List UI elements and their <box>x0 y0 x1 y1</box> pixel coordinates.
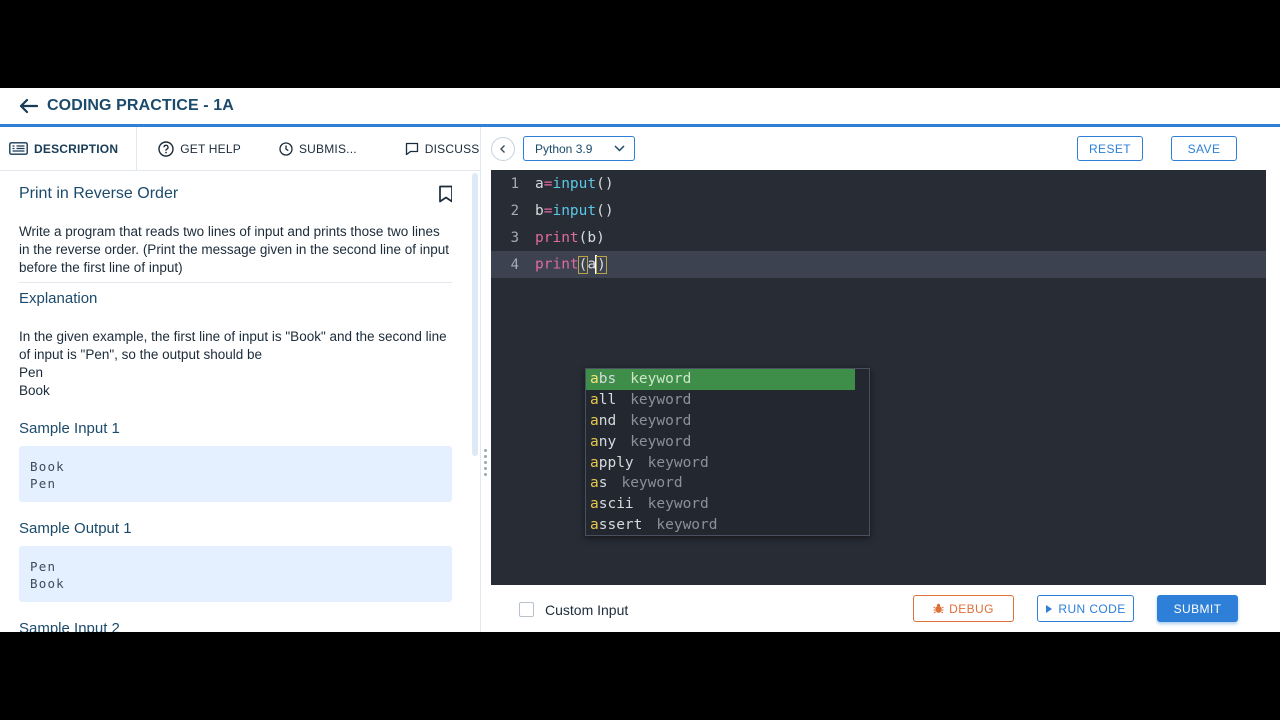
explanation-body: In the given example, the first line of … <box>19 329 447 362</box>
code-line-active: 4 print(a) <box>491 251 1266 278</box>
sample-output-1-title: Sample Output 1 <box>19 520 132 537</box>
tab-bar: DESCRIPTION GET HELP SUBMIS... DISCUSS <box>0 126 480 171</box>
line-number: 1 <box>510 175 519 192</box>
sample-input-1-title: Sample Input 1 <box>19 420 120 437</box>
autocomplete-popup: a bs keyword a ll keyword a nd keyword a ny keyw… <box>585 368 870 536</box>
reset-button[interactable]: RESET <box>1077 136 1143 161</box>
sample-output-1-line-1: Pen <box>30 559 57 574</box>
tab-description[interactable]: DESCRIPTION <box>0 126 138 171</box>
tab-get-help[interactable]: GET HELP <box>137 127 241 171</box>
page-header: CODING PRACTICE - 1A <box>0 88 1280 124</box>
autocomplete-item[interactable]: a bs keyword <box>586 369 855 390</box>
autocomplete-item[interactable]: a ssert keyword <box>586 515 869 536</box>
bookmark-icon[interactable] <box>438 185 452 203</box>
help-circle-icon <box>158 140 174 157</box>
line-number: 4 <box>510 256 519 273</box>
language-select-value: Python 3.9 <box>535 141 593 156</box>
play-icon <box>1046 604 1053 613</box>
editor-bottom-bar: Custom Input DEBUG RUN CODE SUBMIT <box>482 585 1280 632</box>
code-line: 1 a=input() <box>491 170 1266 197</box>
code-line-text: print(a) <box>535 255 607 274</box>
sample-output-1-line-2: Book <box>30 576 65 591</box>
sample-input-2-title: Sample Input 2 <box>19 620 120 632</box>
language-select[interactable]: Python 3.9 <box>523 136 635 161</box>
autocomplete-item[interactable]: a s keyword <box>586 473 869 494</box>
app-window: CODING PRACTICE - 1A DESCRIPTION GET HEL… <box>0 88 1280 632</box>
explanation-output-line-2: Book <box>19 383 50 398</box>
chat-icon <box>405 142 418 155</box>
run-code-button[interactable]: RUN CODE <box>1037 595 1134 622</box>
explanation-text: In the given example, the first line of … <box>19 328 452 400</box>
question-title-row: Print in Reverse Order <box>19 185 452 203</box>
question-title: Print in Reverse Order <box>19 185 179 202</box>
custom-input-checkbox[interactable] <box>519 602 534 617</box>
tab-description-label: DESCRIPTION <box>34 141 119 156</box>
sample-input-1-line-2: Pen <box>30 476 57 491</box>
sample-output-1-box: Pen Book <box>19 546 452 602</box>
autocomplete-item[interactable]: a pply keyword <box>586 452 869 473</box>
tab-discuss-label: DISCUSS <box>424 141 480 156</box>
description-pane: DESCRIPTION GET HELP SUBMIS... DISCUSS P… <box>0 126 481 632</box>
run-code-button-label: RUN CODE <box>1058 601 1126 616</box>
submit-button[interactable]: SUBMIT <box>1157 595 1238 622</box>
custom-input-label: Custom Input <box>545 602 629 618</box>
autocomplete-item[interactable]: a scii keyword <box>586 494 869 515</box>
debug-button[interactable]: DEBUG <box>913 595 1014 622</box>
chevron-down-icon <box>614 145 625 152</box>
description-content: Print in Reverse Order Write a program t… <box>19 171 452 632</box>
section-divider <box>19 282 452 283</box>
tab-discuss[interactable]: DISCUSS <box>357 127 480 171</box>
autocomplete-item[interactable]: a ny keyword <box>586 431 869 452</box>
explanation-title: Explanation <box>19 290 98 307</box>
autocomplete-item[interactable]: a ll keyword <box>586 390 869 411</box>
description-scrollbar[interactable] <box>472 173 478 456</box>
save-button[interactable]: SAVE <box>1171 136 1237 161</box>
code-line-text: print(b) <box>535 229 605 246</box>
pane-resize-handle[interactable] <box>484 449 488 485</box>
code-line-text: b=input() <box>535 202 614 219</box>
collapse-pane-button[interactable] <box>491 137 515 161</box>
bug-icon <box>933 603 944 614</box>
page-title: CODING PRACTICE - 1A <box>47 97 234 114</box>
question-description: Write a program that reads two lines of … <box>19 224 449 275</box>
chevron-left-icon <box>500 145 505 153</box>
tab-get-help-label: GET HELP <box>180 141 241 156</box>
sample-input-1-box: Book Pen <box>19 446 452 502</box>
tab-submissions-label: SUBMIS... <box>298 141 357 156</box>
sample-input-1-line-1: Book <box>30 459 65 474</box>
line-number: 2 <box>510 202 519 219</box>
editor-toolbar: Python 3.9 RESET SAVE <box>482 127 1280 171</box>
description-icon <box>9 142 28 155</box>
code-line: 3 print(b) <box>491 224 1266 251</box>
debug-button-label: DEBUG <box>949 601 994 616</box>
clock-icon <box>279 141 293 156</box>
tab-submissions[interactable]: SUBMIS... <box>241 127 357 171</box>
back-arrow-icon[interactable] <box>18 98 38 114</box>
code-line: 2 b=input() <box>491 197 1266 224</box>
explanation-output-line-1: Pen <box>19 365 44 380</box>
autocomplete-item[interactable]: a nd keyword <box>586 411 869 432</box>
line-number: 3 <box>510 229 519 246</box>
code-line-text: a=input() <box>535 175 614 192</box>
